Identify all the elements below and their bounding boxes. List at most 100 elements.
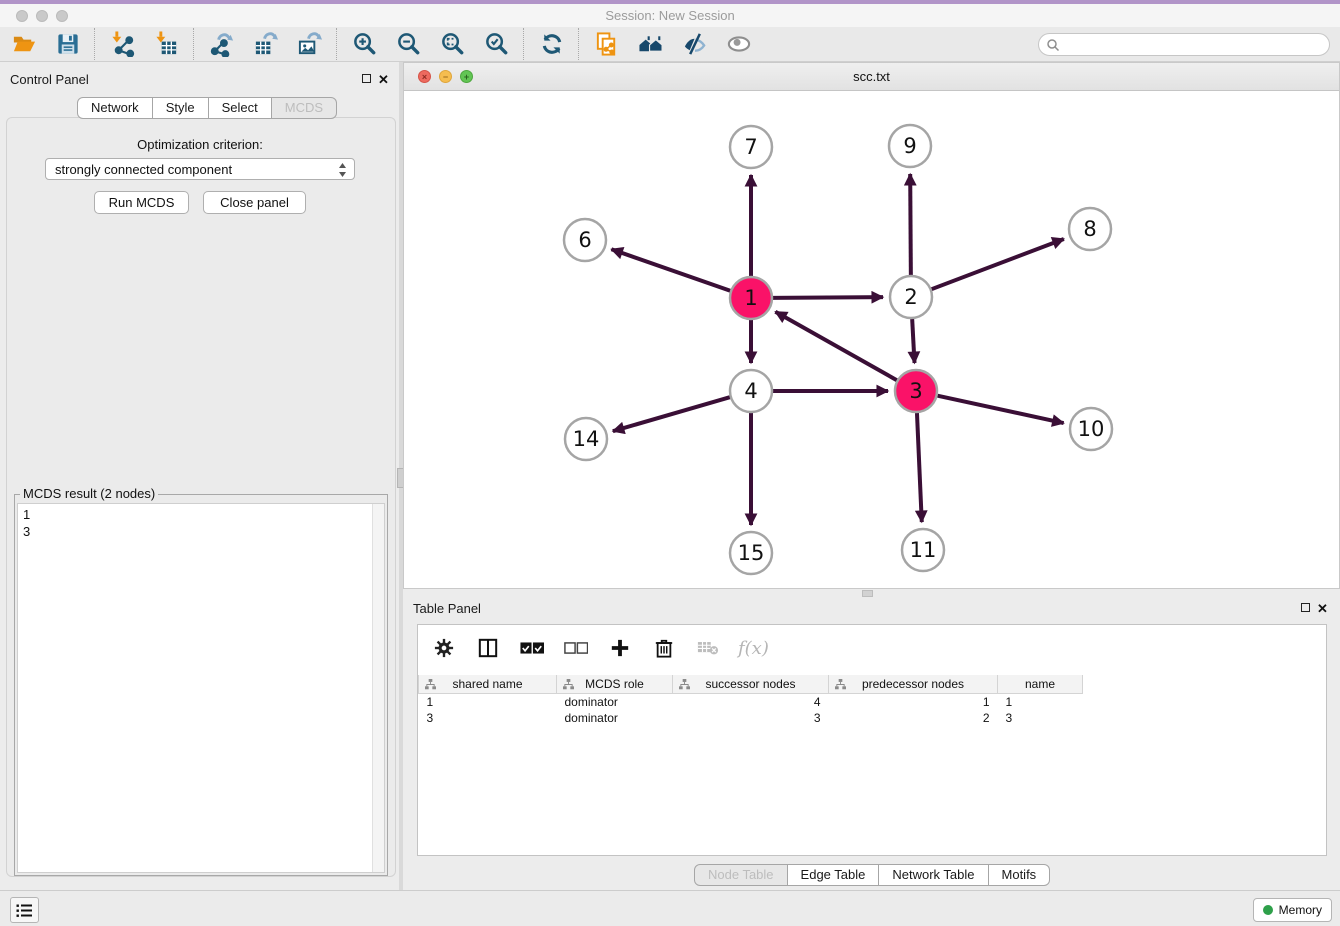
edge-2-8[interactable] xyxy=(932,239,1064,289)
toolbar-separator xyxy=(193,28,195,60)
node-label-2: 2 xyxy=(904,285,917,309)
node-label-4: 4 xyxy=(744,379,757,403)
edge-2-3[interactable] xyxy=(912,319,914,363)
export-table-icon[interactable] xyxy=(252,31,279,58)
task-history-button[interactable] xyxy=(10,897,39,923)
export-image-icon[interactable] xyxy=(296,31,323,58)
node-label-7: 7 xyxy=(744,135,757,159)
main-titlebar: Session: New Session xyxy=(0,4,1340,27)
cell-predecessor-nodes[interactable]: 1 xyxy=(829,694,998,711)
cell-MCDS-role[interactable]: dominator xyxy=(557,710,673,726)
table-panel-float-icon[interactable] xyxy=(1301,603,1310,612)
table-row[interactable]: 1dominator411 xyxy=(419,694,1083,711)
zoom-selected-icon[interactable] xyxy=(483,31,510,58)
column-selector-icon[interactable] xyxy=(474,635,501,662)
network-graph-canvas[interactable]: 7968124314101511 xyxy=(404,91,1339,588)
tab-select[interactable]: Select xyxy=(209,97,272,119)
tab-network[interactable]: Network xyxy=(77,97,153,119)
attribute-icon xyxy=(835,679,846,690)
import-network-icon[interactable] xyxy=(109,31,136,58)
application-window: Session: New Session xyxy=(0,0,1340,926)
cell-successor-nodes[interactable]: 3 xyxy=(673,710,829,726)
tab-motifs[interactable]: Motifs xyxy=(989,864,1051,886)
search-input[interactable] xyxy=(1060,37,1314,53)
node-table-area: f(x) shared nameMCDS rolesuccessor nodes… xyxy=(417,624,1327,856)
cell-shared-name[interactable]: 1 xyxy=(419,694,557,711)
save-session-icon[interactable] xyxy=(54,31,81,58)
open-session-icon[interactable] xyxy=(10,31,37,58)
cell-name[interactable]: 3 xyxy=(998,710,1083,726)
close-panel-button[interactable]: Close panel xyxy=(203,191,306,214)
network-window-title: scc.txt xyxy=(404,69,1339,84)
zoom-in-icon[interactable] xyxy=(351,31,378,58)
cell-name[interactable]: 1 xyxy=(998,694,1083,711)
control-panel-tabs: NetworkStyleSelectMCDS xyxy=(77,97,337,119)
tab-edge-table[interactable]: Edge Table xyxy=(788,864,880,886)
network-view-window: × − + scc.txt 7968124314101511 xyxy=(403,62,1340,589)
import-table-icon[interactable] xyxy=(153,31,180,58)
mcds-result-groupbox: MCDS result (2 nodes) 1 3 xyxy=(14,494,388,876)
duplicate-network-icon[interactable] xyxy=(593,31,620,58)
node-table[interactable]: shared nameMCDS rolesuccessor nodesprede… xyxy=(418,675,1083,726)
optimization-criterion-label: Optimization criterion: xyxy=(0,137,400,152)
node-label-14: 14 xyxy=(573,427,600,451)
export-network-icon[interactable] xyxy=(208,31,235,58)
search-icon xyxy=(1046,38,1060,52)
horizontal-splitter[interactable] xyxy=(403,589,1340,596)
delete-column-icon[interactable] xyxy=(650,635,677,662)
tab-network-table[interactable]: Network Table xyxy=(879,864,988,886)
run-mcds-button[interactable]: Run MCDS xyxy=(94,191,189,214)
optimization-criterion-dropdown[interactable]: strongly connected component xyxy=(45,158,355,180)
control-panel-float-icon[interactable] xyxy=(362,74,371,83)
column-header-MCDS-role[interactable]: MCDS role xyxy=(557,675,673,694)
control-panel-close-icon[interactable]: ✕ xyxy=(378,74,389,85)
column-header-name[interactable]: name xyxy=(998,675,1083,694)
table-row[interactable]: 3dominator323 xyxy=(419,710,1083,726)
table-panel-close-icon[interactable]: ✕ xyxy=(1317,603,1328,614)
birdseye-icon[interactable] xyxy=(725,31,752,58)
column-header-shared-name[interactable]: shared name xyxy=(419,675,557,694)
cell-shared-name[interactable]: 3 xyxy=(419,710,557,726)
refresh-icon[interactable] xyxy=(538,31,565,58)
column-header-predecessor-nodes[interactable]: predecessor nodes xyxy=(829,675,998,694)
node-label-11: 11 xyxy=(910,538,937,562)
list-icon xyxy=(16,903,33,918)
edge-3-10[interactable] xyxy=(937,396,1063,423)
node-label-10: 10 xyxy=(1078,417,1105,441)
delete-table-icon[interactable] xyxy=(694,635,721,662)
network-window-titlebar[interactable]: × − + scc.txt xyxy=(404,63,1339,91)
result-scrollbar[interactable] xyxy=(372,504,384,872)
mcds-result-textarea[interactable]: 1 3 xyxy=(17,503,385,873)
add-column-icon[interactable] xyxy=(606,635,633,662)
memory-label: Memory xyxy=(1279,903,1322,917)
cell-predecessor-nodes[interactable]: 2 xyxy=(829,710,998,726)
edge-3-1[interactable] xyxy=(775,312,896,380)
home-icon[interactable] xyxy=(637,31,664,58)
cell-MCDS-role[interactable]: dominator xyxy=(557,694,673,711)
tab-mcds[interactable]: MCDS xyxy=(272,97,337,119)
edge-4-14[interactable] xyxy=(613,397,730,431)
column-header-successor-nodes[interactable]: successor nodes xyxy=(673,675,829,694)
node-label-3: 3 xyxy=(909,379,922,403)
dropdown-value: strongly connected component xyxy=(55,162,232,177)
table-toolbar: f(x) xyxy=(430,633,769,663)
toolbar-separator xyxy=(94,28,96,60)
deselect-all-checkboxes-icon[interactable] xyxy=(562,635,589,662)
zoom-out-icon[interactable] xyxy=(395,31,422,58)
edge-2-9[interactable] xyxy=(910,174,911,275)
edge-1-2[interactable] xyxy=(773,297,883,298)
cell-successor-nodes[interactable]: 4 xyxy=(673,694,829,711)
select-all-checkboxes-icon[interactable] xyxy=(518,635,545,662)
tab-style[interactable]: Style xyxy=(153,97,209,119)
function-builder-icon[interactable]: f(x) xyxy=(738,638,769,659)
splitter-handle[interactable] xyxy=(862,590,873,597)
hide-details-icon[interactable] xyxy=(681,31,708,58)
memory-button[interactable]: Memory xyxy=(1253,898,1332,922)
settings-gear-icon[interactable] xyxy=(430,635,457,662)
tab-node-table[interactable]: Node Table xyxy=(694,864,788,886)
edge-3-11[interactable] xyxy=(917,413,922,522)
chevron-up-down-icon xyxy=(337,162,348,181)
edge-1-6[interactable] xyxy=(611,249,730,291)
search-field[interactable] xyxy=(1038,33,1330,56)
zoom-fit-icon[interactable] xyxy=(439,31,466,58)
